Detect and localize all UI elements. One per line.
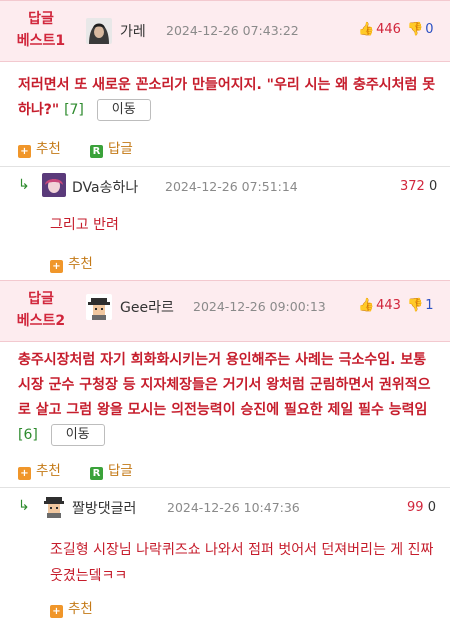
recommend-button[interactable]: + 추천 <box>50 252 93 273</box>
reply-button[interactable]: R 답글 <box>90 137 133 158</box>
vote-counts: 👍 443 👎 1 <box>358 298 434 313</box>
plus-icon: + <box>18 145 31 158</box>
divider <box>0 166 450 167</box>
avatar[interactable] <box>42 494 66 518</box>
up-count: 99 <box>407 500 424 515</box>
nickname[interactable]: 짤방댓글러 <box>72 498 136 518</box>
divider <box>0 487 450 488</box>
down-count: 0 <box>425 22 434 37</box>
nickname[interactable]: DVa송하나 <box>72 177 138 197</box>
reply-count: [7] <box>64 102 84 118</box>
reply-arrow-icon: ↳ <box>18 177 30 193</box>
move-button[interactable]: 이동 <box>50 424 105 446</box>
reply-arrow-icon: ↳ <box>18 498 30 514</box>
move-button[interactable]: 이동 <box>96 99 151 121</box>
up-count: 443 <box>376 298 401 313</box>
avatar[interactable] <box>86 294 112 320</box>
plus-icon: + <box>50 260 63 273</box>
up-count: 446 <box>376 22 401 37</box>
plus-icon: + <box>50 605 63 618</box>
recommend-button[interactable]: + 추천 <box>18 459 61 480</box>
vote-counts: 372 0 <box>400 179 437 194</box>
down-count: 0 <box>428 179 438 194</box>
nickname[interactable]: Gee라르 <box>120 297 174 317</box>
best-badge: 답글 베스트1 <box>16 11 66 49</box>
reply-button[interactable]: R 답글 <box>90 459 133 480</box>
vote-counts: 👍 446 👎 0 <box>358 22 434 37</box>
down-count: 1 <box>425 298 434 313</box>
recommend-button[interactable]: + 추천 <box>50 597 93 618</box>
reply-icon: R <box>90 145 103 158</box>
recommend-button[interactable]: + 추천 <box>18 137 61 158</box>
best-comment-header: 답글 베스트2 Gee라르 2024-12-26 09:00:13 👍 443 … <box>0 280 450 342</box>
thumbs-up-icon[interactable]: 👍 <box>358 22 374 37</box>
best-badge: 답글 베스트2 <box>16 291 66 329</box>
reply-icon: R <box>90 467 103 480</box>
plus-icon: + <box>18 467 31 480</box>
reply-body: 조길형 시장님 나락퀴즈쇼 나와서 점퍼 벗어서 던져버리는 게 진짜 웃겼는뎈… <box>50 542 434 584</box>
avatar[interactable] <box>42 173 66 197</box>
comment-body: 충주시장처럼 자기 희화화시키는거 용인해주는 사례는 극소수임. 보통 시장 … <box>18 348 438 448</box>
avatar[interactable] <box>86 18 112 44</box>
reply-body: 그리고 반려 <box>50 217 119 233</box>
reply-count: [6] <box>18 427 38 443</box>
nickname[interactable]: 가레 <box>120 21 146 41</box>
thumbs-down-icon[interactable]: 👎 <box>407 22 423 37</box>
timestamp: 2024-12-26 10:47:36 <box>167 500 300 515</box>
thumbs-down-icon[interactable]: 👎 <box>407 298 423 313</box>
vote-counts: 99 0 <box>407 500 436 515</box>
timestamp: 2024-12-26 09:00:13 <box>193 299 326 314</box>
up-count: 372 <box>400 179 425 194</box>
best-comment-header: 답글 베스트1 가레 2024-12-26 07:43:22 👍 446 👎 0 <box>0 0 450 62</box>
timestamp: 2024-12-26 07:51:14 <box>165 179 298 194</box>
thumbs-up-icon[interactable]: 👍 <box>358 298 374 313</box>
comment-body: 저러면서 또 새로운 꼰소리가 만들어지지. "우리 시는 왜 충주시처럼 못 … <box>18 73 438 123</box>
timestamp: 2024-12-26 07:43:22 <box>166 23 299 38</box>
down-count: 0 <box>427 500 436 515</box>
